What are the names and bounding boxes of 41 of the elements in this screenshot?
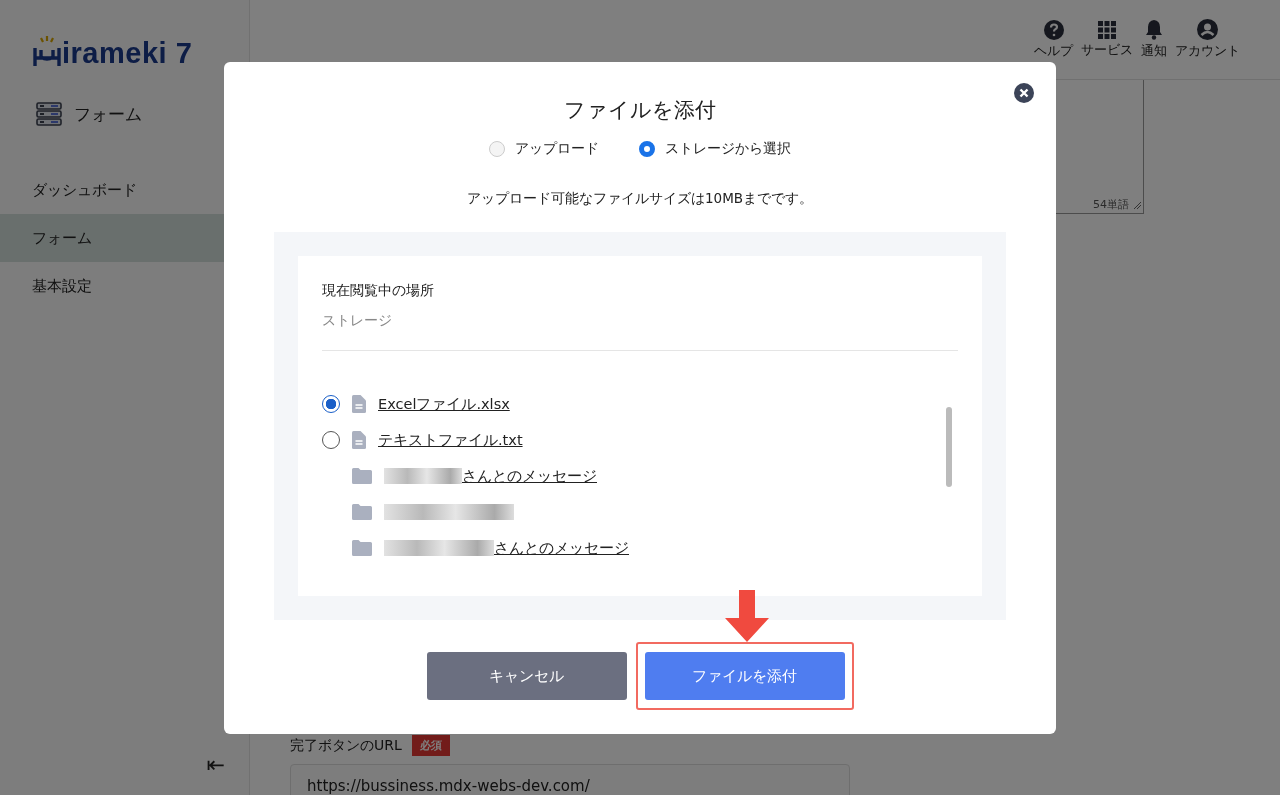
bell-icon xyxy=(1145,19,1163,40)
folder-link[interactable]: さんとのメッセージ xyxy=(462,466,597,486)
field-label: 完了ボタンのURL xyxy=(290,736,402,755)
header-action[interactable]: ヘルプ xyxy=(1032,19,1075,60)
close-icon[interactable] xyxy=(1014,83,1034,103)
size-note: アップロード可能なファイルサイズは10MBまでです。 xyxy=(466,190,814,208)
folder-icon xyxy=(352,540,372,556)
header-action[interactable]: 通知 xyxy=(1139,19,1169,60)
radio-label: アップロード xyxy=(515,140,599,158)
radio-button[interactable] xyxy=(639,141,655,157)
radio-label: ストレージから選択 xyxy=(665,140,791,158)
header-action[interactable]: アカウント xyxy=(1173,19,1242,60)
radio-button[interactable] xyxy=(322,395,340,413)
word-count: 54単語 xyxy=(1093,197,1129,212)
folder-icon xyxy=(352,504,372,520)
help-icon xyxy=(1043,19,1064,40)
location-path: ストレージ xyxy=(322,312,393,330)
radio-button[interactable] xyxy=(322,431,340,449)
url-input-field[interactable]: https://bussiness.mdx-webs-dev.com/ xyxy=(290,764,850,795)
scrollbar-thumb[interactable] xyxy=(946,407,952,487)
file-link[interactable]: Excelファイル.xlsx xyxy=(378,394,510,414)
document-icon xyxy=(352,431,366,449)
location-label: 現在閲覧中の場所 xyxy=(322,282,435,300)
header-action[interactable]: サービス xyxy=(1079,20,1135,59)
folder-icon xyxy=(352,468,372,484)
section-title: フォーム xyxy=(74,102,142,126)
account-icon xyxy=(1197,19,1218,40)
resize-handle-icon xyxy=(1133,200,1141,209)
cancel-button[interactable]: キャンセル xyxy=(426,652,627,700)
document-icon xyxy=(352,395,366,413)
grid-icon xyxy=(1098,20,1116,39)
server-icon xyxy=(36,102,62,126)
required-badge: 必須 xyxy=(411,735,450,756)
down-arrow-icon xyxy=(724,590,769,642)
attach-file-button[interactable]: ファイルを添付 xyxy=(644,652,845,700)
file-link[interactable]: テキストファイル.txt xyxy=(378,430,523,450)
logo-text: irameki 7 xyxy=(62,38,193,68)
logo-icon xyxy=(32,36,62,68)
collapse-sidebar-button[interactable]: ⇤ xyxy=(206,752,225,777)
dialog-title: ファイルを添付 xyxy=(564,97,716,124)
folder-link[interactable]: さんとのメッセージ xyxy=(494,538,629,558)
